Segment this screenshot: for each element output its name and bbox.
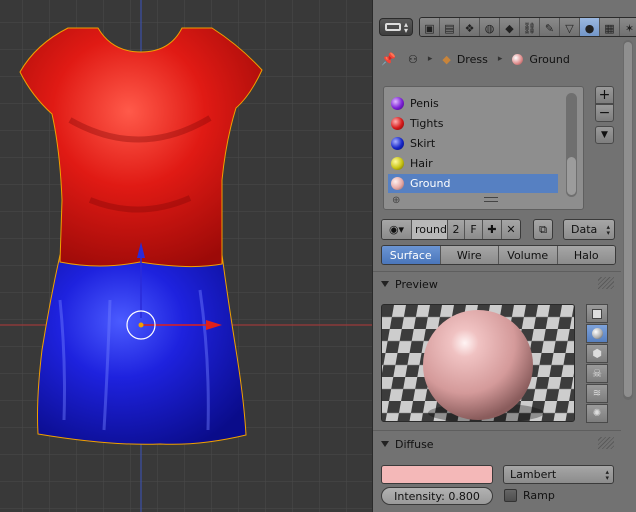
material-ball-icon xyxy=(391,117,404,130)
material-slot-penis[interactable]: Penis xyxy=(388,94,558,113)
pin-icon[interactable]: 📌 xyxy=(381,52,396,66)
preview-type-buttons: ⬢ ☠ ≋ ✺ xyxy=(586,304,608,424)
particles-icon[interactable]: ✶ xyxy=(620,18,636,36)
flat-preview-icon[interactable] xyxy=(586,304,608,323)
render-layers-icon[interactable]: ▤ xyxy=(440,18,460,36)
modifiers-icon[interactable]: ✎ xyxy=(540,18,560,36)
preview-section-header[interactable]: Preview xyxy=(381,274,438,294)
material-datablock-selector: ◉▾ round 2 F ✚ ✕ xyxy=(381,219,521,240)
material-ball-icon xyxy=(391,177,404,190)
add-slot-button[interactable]: + xyxy=(595,86,614,104)
breadcrumb: 📌 ⚇ ▸ ◆ Dress ▸ Ground xyxy=(381,50,570,68)
scene-icon[interactable]: ❖ xyxy=(460,18,480,36)
material-icon[interactable]: ● xyxy=(580,18,600,36)
collapse-triangle-icon xyxy=(381,281,389,287)
render-icon[interactable]: ▣ xyxy=(420,18,440,36)
hair-preview-icon[interactable]: ≋ xyxy=(586,384,608,403)
breadcrumb-object: Dress xyxy=(456,52,488,66)
diffuse-shader-dropdown[interactable]: Lambert ▴ ▾ xyxy=(503,465,614,484)
fake-user-button[interactable]: F xyxy=(465,220,483,239)
mesh-data-icon: ⚇ xyxy=(407,52,418,66)
material-type-tabs: Surface Wire Volume Halo xyxy=(381,245,616,265)
material-ball-icon xyxy=(391,157,404,170)
material-name-field[interactable]: round xyxy=(412,220,448,239)
slot-buttons: + − ▼ xyxy=(595,86,614,144)
material-slot-label: Skirt xyxy=(410,137,436,150)
header-strip xyxy=(373,0,636,14)
collapse-triangle-icon xyxy=(381,441,389,447)
ramp-label: Ramp xyxy=(523,489,555,502)
material-slot-label: Hair xyxy=(410,157,433,170)
viewport-canvas[interactable] xyxy=(0,0,372,512)
diffuse-intensity-slider[interactable]: Intensity: 0.800 xyxy=(381,487,493,505)
context-tabs: ▣ ▤ ❖ ◍ ◆ ⛓ ✎ ▽ ● ▦ ✶ xyxy=(419,17,636,37)
diffuse-color-swatch[interactable] xyxy=(381,465,493,484)
section-divider xyxy=(373,430,621,431)
properties-panel: ▴ ▾ ▣ ▤ ❖ ◍ ◆ ⛓ ✎ ▽ ● ▦ ✶ 📌 ⚇ ▸ ◆ Dress ▸… xyxy=(372,0,636,512)
diffuse-section-title: Diffuse xyxy=(395,437,434,451)
list-filter-icon[interactable]: ⊕ xyxy=(392,195,400,206)
panel-drag-grip[interactable] xyxy=(598,277,614,289)
material-slot-label: Ground xyxy=(410,177,451,190)
panel-drag-grip[interactable] xyxy=(598,437,614,449)
monkey-preview-icon[interactable]: ☠ xyxy=(586,364,608,383)
ramp-toggle[interactable]: Ramp xyxy=(504,489,555,502)
ramp-checkbox[interactable] xyxy=(504,489,517,502)
texture-icon[interactable]: ▦ xyxy=(600,18,620,36)
material-slot-tights[interactable]: Tights xyxy=(388,114,558,133)
section-divider xyxy=(373,271,621,272)
world-icon[interactable]: ◍ xyxy=(480,18,500,36)
diffuse-shader-label: Lambert xyxy=(510,468,557,481)
sky-preview-icon[interactable]: ✺ xyxy=(586,404,608,423)
material-slot-skirt[interactable]: Skirt xyxy=(388,134,558,153)
constraints-icon[interactable]: ⛓ xyxy=(520,18,540,36)
material-list-scrollbar[interactable] xyxy=(566,93,577,197)
link-mode-label: Data xyxy=(571,223,598,236)
sphere-preview-icon[interactable] xyxy=(586,324,608,343)
panel-scrollbar[interactable] xyxy=(623,40,633,400)
material-slot-ground[interactable]: Ground xyxy=(388,174,558,193)
material-users-count[interactable]: 2 xyxy=(448,220,465,239)
3d-viewport[interactable] xyxy=(0,0,372,512)
object-origin-dot[interactable] xyxy=(138,322,144,328)
breadcrumb-separator-icon: ▸ xyxy=(427,54,433,64)
unlink-material-icon[interactable]: ✕ xyxy=(502,220,520,239)
new-material-icon[interactable]: ✚ xyxy=(483,220,502,239)
data-icon[interactable]: ▽ xyxy=(560,18,580,36)
link-browse-icon[interactable]: ⧉ xyxy=(533,219,553,240)
material-preview xyxy=(381,304,575,422)
material-slot-hair[interactable]: Hair xyxy=(388,154,558,173)
tab-halo[interactable]: Halo xyxy=(557,246,615,264)
material-slot-list[interactable]: Penis Tights Skirt Hair Ground ⊕ xyxy=(383,86,584,210)
cube-preview-icon[interactable]: ⬢ xyxy=(586,344,608,363)
object-icon[interactable]: ◆ xyxy=(500,18,520,36)
properties-editor-icon[interactable]: ▴ ▾ xyxy=(379,18,413,36)
list-resize-handle[interactable] xyxy=(484,197,498,202)
slot-specials-menu-button[interactable]: ▼ xyxy=(595,126,614,144)
material-ball-icon xyxy=(512,53,524,65)
diffuse-section-header[interactable]: Diffuse xyxy=(381,434,434,454)
breadcrumb-material: Ground xyxy=(529,52,570,66)
material-ball-icon xyxy=(391,97,404,110)
material-ball-icon xyxy=(391,137,404,150)
breadcrumb-separator-icon: ▸ xyxy=(497,54,503,64)
link-mode-dropdown[interactable]: Data ▴ ▾ xyxy=(563,219,615,240)
material-slot-label: Tights xyxy=(410,117,444,130)
remove-slot-button[interactable]: − xyxy=(595,104,614,122)
tab-volume[interactable]: Volume xyxy=(499,246,558,264)
tab-wire[interactable]: Wire xyxy=(440,246,499,264)
tab-surface[interactable]: Surface xyxy=(382,246,441,264)
material-slot-label: Penis xyxy=(410,97,439,110)
preview-sphere xyxy=(423,310,533,420)
preview-render xyxy=(382,305,574,421)
material-browse-icon[interactable]: ◉▾ xyxy=(382,220,412,239)
preview-section-title: Preview xyxy=(395,277,438,291)
object-cube-icon: ◆ xyxy=(442,52,451,66)
